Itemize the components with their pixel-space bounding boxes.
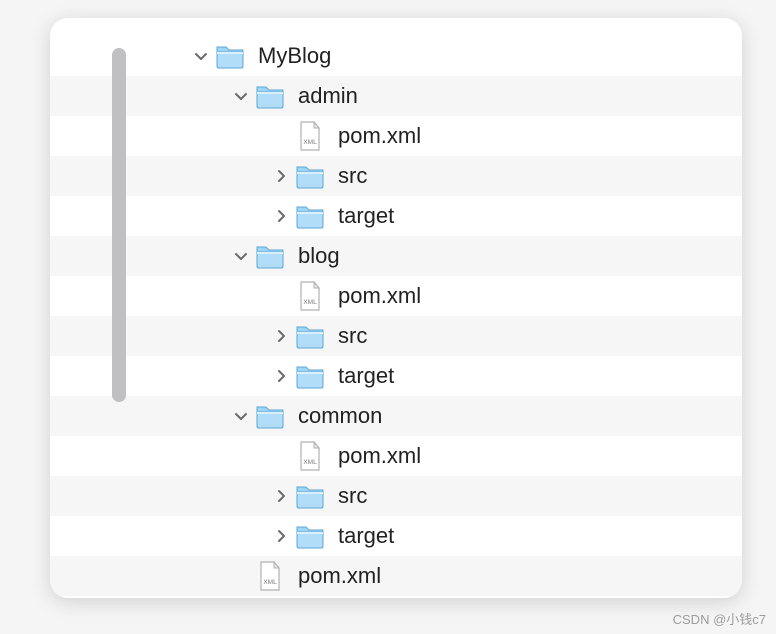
xml-file-icon [254, 560, 286, 592]
tree-item-label: target [336, 363, 394, 389]
folder-icon [294, 520, 326, 552]
tree-row[interactable]: src [50, 156, 742, 196]
chevron-down-icon[interactable] [228, 89, 254, 103]
chevron-down-icon[interactable] [228, 409, 254, 423]
tree-row[interactable]: pom.xml [50, 436, 742, 476]
tree-item-label: common [296, 403, 382, 429]
chevron-right-icon[interactable] [268, 529, 294, 543]
tree-row[interactable]: common [50, 396, 742, 436]
tree-row[interactable]: target [50, 196, 742, 236]
scrollbar[interactable] [112, 48, 126, 402]
file-tree-panel: MyBlog admin pom.xml src target blog pom.xml sr… [50, 18, 742, 598]
tree-item-label: admin [296, 83, 358, 109]
folder-icon [294, 200, 326, 232]
chevron-right-icon[interactable] [268, 369, 294, 383]
xml-file-icon [294, 120, 326, 152]
chevron-down-icon[interactable] [188, 49, 214, 63]
folder-icon [294, 480, 326, 512]
tree-item-label: src [336, 483, 367, 509]
tree-row[interactable]: src [50, 476, 742, 516]
tree-item-label: target [336, 523, 394, 549]
xml-file-icon [294, 280, 326, 312]
xml-file-icon [294, 440, 326, 472]
tree-row[interactable]: MyBlog [50, 36, 742, 76]
tree-item-label: blog [296, 243, 340, 269]
tree-item-label: pom.xml [296, 563, 381, 589]
tree-row[interactable]: src [50, 316, 742, 356]
tree-row[interactable]: pom.xml [50, 556, 742, 596]
tree-row[interactable]: pom.xml [50, 276, 742, 316]
folder-icon [254, 80, 286, 112]
chevron-right-icon[interactable] [268, 489, 294, 503]
tree-item-label: pom.xml [336, 123, 421, 149]
folder-icon [294, 360, 326, 392]
chevron-right-icon[interactable] [268, 169, 294, 183]
tree-row[interactable]: admin [50, 76, 742, 116]
tree-row[interactable]: target [50, 516, 742, 556]
folder-icon [254, 400, 286, 432]
chevron-down-icon[interactable] [228, 249, 254, 263]
chevron-right-icon[interactable] [268, 329, 294, 343]
tree-item-label: MyBlog [256, 43, 331, 69]
tree-row[interactable]: target [50, 356, 742, 396]
tree-item-label: target [336, 203, 394, 229]
chevron-right-icon[interactable] [268, 209, 294, 223]
tree-row[interactable]: blog [50, 236, 742, 276]
tree-item-label: src [336, 163, 367, 189]
folder-icon [254, 240, 286, 272]
folder-icon [294, 320, 326, 352]
tree-item-label: src [336, 323, 367, 349]
folder-icon [294, 160, 326, 192]
tree-item-label: pom.xml [336, 443, 421, 469]
folder-icon [214, 40, 246, 72]
tree-row[interactable]: pom.xml [50, 116, 742, 156]
tree-item-label: pom.xml [336, 283, 421, 309]
file-tree: MyBlog admin pom.xml src target blog pom.xml sr… [50, 18, 742, 596]
watermark: CSDN @小钱c7 [673, 609, 766, 628]
